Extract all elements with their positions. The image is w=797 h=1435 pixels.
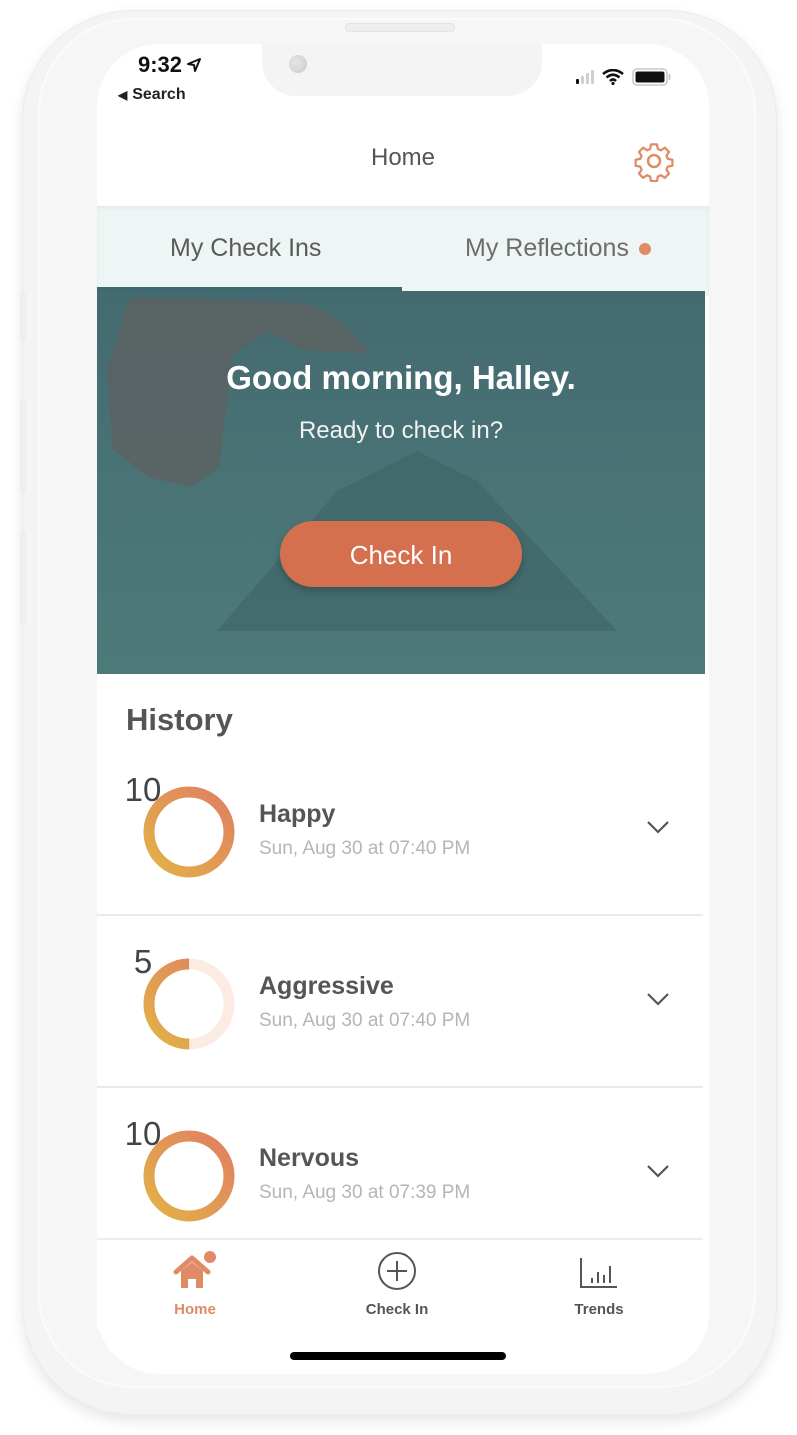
wifi-icon xyxy=(602,69,624,85)
tab-my-check-ins-label: My Check Ins xyxy=(170,234,322,262)
gear-icon[interactable] xyxy=(633,140,675,182)
front-camera xyxy=(289,55,307,73)
status-time: 9:32 xyxy=(138,52,202,78)
volume-up-button xyxy=(20,398,26,494)
tab-my-check-ins[interactable]: My Check Ins xyxy=(170,234,321,263)
history-item[interactable]: 10 Happy Sun, Aug 30 at 07:40 PM xyxy=(97,744,703,916)
home-icon xyxy=(173,1251,216,1288)
check-in-timestamp: Sun, Aug 30 at 07:40 PM xyxy=(259,838,471,859)
cellular-signal-icon xyxy=(576,70,594,84)
chevron-down-icon[interactable] xyxy=(643,812,673,842)
status-time-text: 9:32 xyxy=(138,52,183,77)
history-item[interactable]: 10 Nervous Sun, Aug 30 at 07:39 PM xyxy=(97,1088,703,1260)
greeting-text: Good morning, Halley. xyxy=(226,359,576,396)
volume-down-button xyxy=(20,530,26,626)
notification-dot xyxy=(204,1251,216,1263)
chevron-down-icon[interactable] xyxy=(643,984,673,1014)
emotion-name: Aggressive xyxy=(259,972,394,1000)
plus-circle-icon xyxy=(378,1252,416,1290)
emotion-name: Nervous xyxy=(259,1144,360,1172)
emotion-name: Happy xyxy=(259,800,336,828)
tab-my-reflections-label: My Reflections xyxy=(465,234,629,262)
nav-trends-label: Trends xyxy=(574,1301,624,1318)
back-to-search-link[interactable]: ◀ Search xyxy=(118,86,186,104)
score-value: 10 xyxy=(124,1115,162,1152)
notification-dot xyxy=(638,243,651,256)
nav-trends[interactable]: Trends xyxy=(539,1250,659,1318)
location-arrow-icon xyxy=(187,58,202,72)
app-header: Home xyxy=(97,118,709,206)
back-label: Search xyxy=(132,86,186,103)
nav-check-in-label: Check In xyxy=(365,1301,429,1318)
history-item[interactable]: 5 Aggressive Sun, Aug 30 at 07:40 PM xyxy=(97,916,703,1088)
history-heading: History xyxy=(126,702,233,737)
bottom-navigation: Home Check In Trends xyxy=(97,1238,703,1330)
nav-home-label: Home xyxy=(174,1301,216,1318)
chevron-down-icon[interactable] xyxy=(643,1156,673,1186)
bar-chart-icon xyxy=(580,1258,617,1288)
greeting-subtitle: Ready to check in? xyxy=(298,417,504,444)
speaker-grille xyxy=(345,23,455,32)
nav-check-in[interactable]: Check In xyxy=(337,1250,457,1318)
home-indicator[interactable] xyxy=(290,1352,506,1360)
check-in-timestamp: Sun, Aug 30 at 07:39 PM xyxy=(259,1182,471,1203)
tab-my-reflections[interactable]: My Reflections xyxy=(465,234,651,263)
hero-banner: Good morning, Halley. Ready to check in?… xyxy=(97,291,705,674)
page-title: Home xyxy=(370,144,436,171)
battery-icon xyxy=(632,68,671,86)
status-icons xyxy=(576,68,672,86)
nav-home[interactable]: Home xyxy=(135,1250,255,1318)
check-in-button[interactable]: Check In xyxy=(280,521,522,587)
back-triangle-icon: ◀ xyxy=(118,88,128,102)
tab-bar: My Check Ins My Reflections xyxy=(97,206,709,296)
check-in-timestamp: Sun, Aug 30 at 07:40 PM xyxy=(259,1010,471,1031)
mute-switch xyxy=(20,292,26,342)
score-value: 5 xyxy=(133,943,153,980)
score-value: 10 xyxy=(124,771,162,808)
